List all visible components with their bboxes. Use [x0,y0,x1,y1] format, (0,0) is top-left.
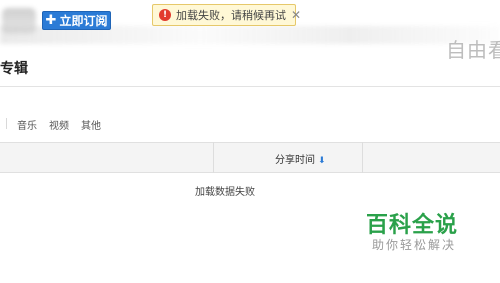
column-header-label: 分享时间 [275,155,315,166]
category-filter-bar: 音乐 视频 其他 [6,117,113,132]
logo-title: 百科全说 [366,213,459,238]
error-toast: ! 加载失败，请稍候再试 ✕ [152,4,301,26]
logo-subtitle: 助你轻松解决 [372,238,457,252]
filter-separator [6,118,7,129]
filter-other[interactable]: 其他 [81,117,101,132]
watermark-text: 自由看 [446,38,500,62]
column-header-share-time[interactable]: 分享时间 ⬇ [275,151,326,166]
table-header [0,142,500,173]
empty-state-message: 加载数据失败 [195,187,255,198]
toast-message: 加载失败，请稍候再试 [176,9,286,22]
plus-icon: ✚ [45,13,57,28]
page-title: 专辑 [0,61,28,77]
column-divider [213,142,214,173]
subscribe-button[interactable]: ✚ 立即订阅 [42,11,111,30]
title-divider [0,86,500,87]
sort-down-arrow-icon: ⬇ [318,156,326,166]
close-icon[interactable]: ✕ [291,8,301,22]
error-icon: ! [159,9,171,21]
filter-music[interactable]: 音乐 [17,117,37,132]
column-divider [362,142,363,173]
subscribe-button-label: 立即订阅 [59,14,108,28]
filter-video[interactable]: 视频 [49,117,69,132]
